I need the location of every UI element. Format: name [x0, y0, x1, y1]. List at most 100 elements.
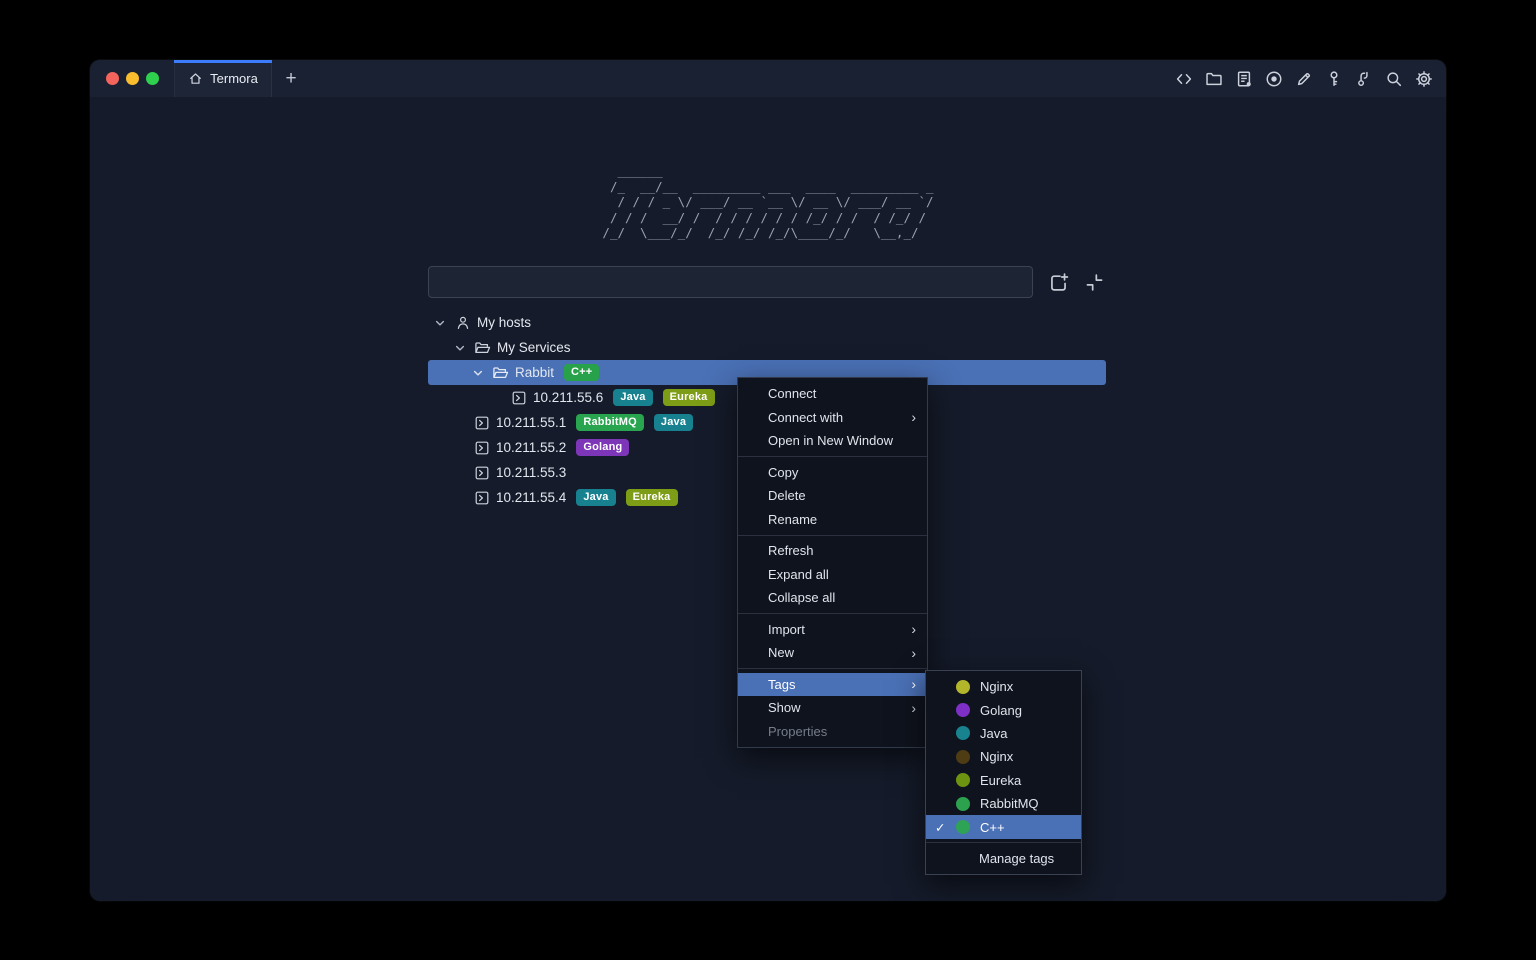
- toolbar: [1174, 60, 1446, 97]
- edit-icon[interactable]: [1294, 69, 1313, 88]
- folder-icon[interactable]: [1204, 69, 1223, 88]
- folder-open-icon: [492, 364, 509, 381]
- menu-item-label: Show: [768, 700, 801, 715]
- terminal-icon: [473, 415, 490, 431]
- tree-row-label: 10.211.55.1: [496, 415, 566, 430]
- tag-badge-java: Java: [576, 489, 615, 506]
- tag-color-dot: [956, 797, 970, 811]
- submenu-item-eureka[interactable]: Eureka: [926, 769, 1081, 792]
- menu-item-new[interactable]: New ›: [738, 641, 927, 665]
- tag-badge-java: Java: [654, 414, 693, 431]
- submenu-item-nginx-2[interactable]: Nginx: [926, 745, 1081, 768]
- tag-badge-rabbitmq: RabbitMQ: [576, 414, 644, 431]
- tree-row-label: 10.211.55.4: [496, 490, 566, 505]
- submenu-item-label: Golang: [980, 703, 1022, 718]
- submenu-item-label: C++: [980, 820, 1005, 835]
- keychain-icon[interactable]: [1354, 69, 1373, 88]
- new-tab-button[interactable]: +: [272, 60, 310, 97]
- menu-separator: [738, 613, 927, 614]
- submenu-item-golang[interactable]: Golang: [926, 698, 1081, 721]
- home-icon: [188, 71, 203, 86]
- submenu-item-manage-tags[interactable]: Manage tags: [926, 847, 1081, 870]
- menu-item-show[interactable]: Show ›: [738, 696, 927, 720]
- menu-item-import[interactable]: Import ›: [738, 618, 927, 642]
- menu-item-label: Connect with: [768, 410, 843, 425]
- menu-item-label: Import: [768, 622, 805, 637]
- tag-color-dot: [956, 773, 970, 787]
- chevron-right-icon: ›: [911, 646, 916, 660]
- gear-icon[interactable]: [1414, 69, 1433, 88]
- menu-item-rename[interactable]: Rename: [738, 508, 927, 532]
- chevron-down-icon[interactable]: [432, 317, 448, 329]
- menu-separator: [738, 456, 927, 457]
- screen: Termora +: [0, 0, 1536, 960]
- submenu-item-label: RabbitMQ: [980, 796, 1039, 811]
- chevron-down-icon[interactable]: [470, 367, 486, 379]
- checkmark-icon: ✓: [935, 820, 956, 835]
- plus-icon: +: [285, 68, 296, 90]
- close-button[interactable]: [106, 72, 119, 85]
- chevron-down-icon[interactable]: [452, 342, 468, 354]
- tab-termora[interactable]: Termora: [175, 60, 272, 97]
- menu-item-delete[interactable]: Delete: [738, 484, 927, 508]
- tag-badge-golang: Golang: [576, 439, 629, 456]
- menu-separator: [926, 842, 1081, 843]
- record-icon[interactable]: [1264, 69, 1283, 88]
- chevron-right-icon: ›: [911, 677, 916, 691]
- tag-color-dot: [956, 726, 970, 740]
- tag-color-dot: [956, 703, 970, 717]
- tree-row-my-hosts[interactable]: My hosts: [428, 310, 1106, 335]
- tree-row-label: My hosts: [477, 315, 531, 330]
- submenu-item-cpp[interactable]: ✓ C++: [926, 815, 1081, 838]
- tags-submenu: Nginx Golang Java Nginx Eureka RabbitMQ: [925, 670, 1082, 875]
- ascii-logo-text: ______ /_ __/__ _________ ___ ____ _____…: [602, 163, 933, 241]
- menu-item-collapse-all[interactable]: Collapse all: [738, 586, 927, 610]
- menu-item-refresh[interactable]: Refresh: [738, 539, 927, 563]
- menu-item-properties: Properties: [738, 720, 927, 744]
- menu-item-connect[interactable]: Connect: [738, 382, 927, 406]
- submenu-item-label: Eureka: [980, 773, 1021, 788]
- minimize-button[interactable]: [126, 72, 139, 85]
- titlebar: Termora +: [90, 60, 1446, 97]
- submenu-item-rabbitmq[interactable]: RabbitMQ: [926, 792, 1081, 815]
- user-icon: [454, 315, 471, 331]
- search-icon[interactable]: [1384, 69, 1403, 88]
- zoom-button[interactable]: [146, 72, 159, 85]
- ascii-logo: ______ /_ __/__ _________ ___ ____ _____…: [90, 163, 1446, 242]
- terminal-icon: [473, 490, 490, 506]
- tree-row-label: 10.211.55.6: [533, 390, 603, 405]
- key-icon[interactable]: [1324, 69, 1343, 88]
- menu-item-copy[interactable]: Copy: [738, 461, 927, 485]
- tag-color-dot: [956, 750, 970, 764]
- code-icon[interactable]: [1174, 69, 1193, 88]
- tree-row-my-services[interactable]: My Services: [428, 335, 1106, 360]
- submenu-item-label: Java: [980, 726, 1007, 741]
- menu-item-tags[interactable]: Tags ›: [738, 673, 927, 697]
- chevron-right-icon: ›: [911, 701, 916, 715]
- tag-badge-cpp: C++: [564, 364, 599, 381]
- host-filter-input[interactable]: [428, 266, 1033, 298]
- folder-open-icon: [474, 339, 491, 356]
- tree-row-label: My Services: [497, 340, 571, 355]
- submenu-item-label: Nginx: [980, 679, 1013, 694]
- submenu-item-nginx[interactable]: Nginx: [926, 675, 1081, 698]
- menu-separator: [738, 535, 927, 536]
- menu-item-expand-all[interactable]: Expand all: [738, 563, 927, 587]
- chevron-right-icon: ›: [911, 622, 916, 636]
- menu-item-open-in-new-window[interactable]: Open in New Window: [738, 429, 927, 453]
- collapse-all-icon[interactable]: [1084, 272, 1105, 293]
- terminal-icon: [473, 465, 490, 481]
- menu-item-connect-with[interactable]: Connect with ›: [738, 406, 927, 430]
- search-row: [428, 266, 1106, 298]
- menu-separator: [738, 668, 927, 669]
- tab-label: Termora: [210, 71, 258, 86]
- context-menu: Connect Connect with › Open in New Windo…: [737, 377, 928, 748]
- add-host-icon[interactable]: [1048, 272, 1069, 293]
- terminal-icon: [473, 440, 490, 456]
- terminal-icon: [510, 390, 527, 406]
- log-icon[interactable]: [1234, 69, 1253, 88]
- submenu-item-java[interactable]: Java: [926, 722, 1081, 745]
- tree-row-label: 10.211.55.2: [496, 440, 566, 455]
- tag-badge-eureka: Eureka: [663, 389, 715, 406]
- tag-color-dot: [956, 680, 970, 694]
